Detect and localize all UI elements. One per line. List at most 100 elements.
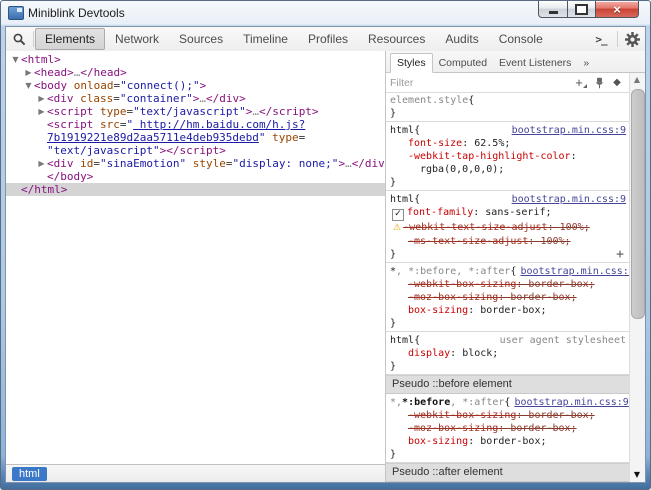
toolbar-tab-elements[interactable]: Elements: [35, 28, 105, 50]
dom-node-line[interactable]: ▶<div id="sinaEmotion" style="display: n…: [6, 157, 385, 170]
toolbar-tab-network[interactable]: Network: [105, 28, 169, 50]
expand-arrow-icon[interactable]: ▼: [23, 79, 34, 92]
breadcrumb-item-html[interactable]: html: [12, 467, 47, 481]
rule-selector[interactable]: html: [390, 334, 414, 347]
css-property-row[interactable]: -moz-box-sizing: border-box;: [390, 291, 626, 304]
rule-selector[interactable]: element.style: [390, 94, 468, 107]
css-property-name: box-sizing: [408, 305, 468, 316]
sidebar-tab-event-listeners[interactable]: Event Listeners: [493, 54, 577, 72]
scroll-up-icon[interactable]: ▲: [630, 73, 644, 86]
expand-arrow-icon[interactable]: ▶: [36, 92, 47, 105]
add-property-button[interactable]: +: [616, 250, 626, 260]
rule-selector[interactable]: html: [390, 124, 414, 137]
css-property-row[interactable]: -moz-box-sizing: border-box;: [390, 422, 626, 435]
app-icon: [8, 6, 24, 20]
dom-node-line[interactable]: </body>: [6, 170, 385, 183]
css-value: rgba(0,0,0,0);: [420, 164, 504, 175]
css-property-row[interactable]: box-sizing: border-box;: [390, 435, 626, 448]
css-property-row[interactable]: box-sizing: border-box;: [390, 304, 626, 317]
sidebar-tab-styles[interactable]: Styles: [390, 53, 433, 73]
expand-arrow-icon[interactable]: ▼: [10, 53, 21, 66]
titlebar[interactable]: Miniblink Devtools ×: [1, 1, 650, 26]
stylesheet-link[interactable]: bootstrap.min.css:9: [508, 124, 626, 137]
dom-node-line[interactable]: 7b1919221e89d2aa5711e4deb935debd" type=: [6, 131, 385, 144]
minimize-button[interactable]: [538, 1, 567, 18]
toolbar-tab-timeline[interactable]: Timeline: [233, 28, 298, 50]
css-separator: :: [468, 305, 480, 316]
toolbar-tab-profiles[interactable]: Profiles: [298, 28, 358, 50]
css-property-row[interactable]: font-size: 62.5%;: [390, 137, 626, 150]
code-token: type: [272, 131, 299, 144]
search-icon: [12, 32, 26, 46]
expand-arrow-icon[interactable]: ▶: [36, 105, 47, 118]
rule-selector[interactable]: , *:before, *:after: [396, 265, 510, 278]
expand-arrow-icon[interactable]: ▶: [36, 157, 47, 170]
dom-node-line[interactable]: <script src=" http://hm.baidu.com/h.js?: [6, 118, 385, 131]
stylesheet-link[interactable]: bootstrap.min.css:9: [508, 193, 626, 206]
code-token: >: [200, 79, 207, 92]
dom-node-line[interactable]: "text/javascript"></script>: [6, 144, 385, 157]
dom-node-line[interactable]: ▶<script type="text/javascript">…</scrip…: [6, 105, 385, 118]
close-button[interactable]: ×: [595, 1, 639, 18]
maximize-icon: [575, 4, 588, 15]
pin-button[interactable]: [590, 75, 608, 91]
sidebar-tab-more[interactable]: »: [577, 54, 595, 72]
new-style-rule-button[interactable]: +: [572, 75, 590, 91]
rule-selector[interactable]: html: [390, 193, 414, 206]
rule-selector[interactable]: , *:after: [450, 396, 504, 409]
settings-button[interactable]: [619, 28, 645, 50]
open-brace: {: [414, 124, 420, 137]
css-property-row[interactable]: -webkit-box-sizing: border-box;: [390, 409, 626, 422]
resource-link[interactable]: 7b1919221e89d2aa5711e4deb935debd: [47, 131, 259, 144]
code-token: <script: [47, 118, 100, 131]
rule-selector[interactable]: *:before: [402, 396, 450, 409]
maximize-button[interactable]: [567, 1, 595, 18]
rule-selector-row: html {user agent stylesheet: [390, 334, 626, 347]
styles-filter-input[interactable]: Filter: [390, 77, 572, 89]
code-token: style: [193, 157, 226, 170]
rule-close-row: }: [390, 448, 626, 461]
expand-arrow-icon[interactable]: ▶: [23, 66, 34, 79]
styles-scrollbar[interactable]: ▲ ▼: [629, 73, 645, 482]
css-value: border-box;: [480, 436, 546, 447]
css-separator: :: [462, 138, 474, 149]
console-drawer-button[interactable]: >_: [586, 28, 616, 50]
dom-node-line[interactable]: ▼<body onload="connect();">: [6, 79, 385, 92]
style-rule-section: html {user agent stylesheetdisplay: bloc…: [386, 332, 630, 375]
rule-selector[interactable]: *,: [390, 396, 402, 409]
css-value: 62.5%;: [474, 138, 510, 149]
pseudo-element-header: Pseudo ::before element: [386, 375, 630, 394]
css-property-row[interactable]: -webkit-box-sizing: border-box;: [390, 278, 626, 291]
dom-node-line[interactable]: ▶<div class="container">…</div>: [6, 92, 385, 105]
css-property-row[interactable]: ✓font-family: sans-serif;: [390, 206, 626, 221]
css-property-row[interactable]: ⚠-webkit-text-size-adjust: 100%;: [390, 221, 626, 235]
inspect-search-button[interactable]: [6, 28, 32, 50]
styles-rule-list: element.style {} html { bootstrap.min.css:…: [386, 92, 630, 482]
scroll-down-icon[interactable]: ▼: [630, 468, 644, 481]
close-brace: }: [390, 448, 396, 461]
css-property-row[interactable]: display: block;: [390, 347, 626, 360]
css-property-row[interactable]: -ms-text-size-adjust: 100%;: [390, 235, 626, 248]
resource-link[interactable]: http://hm.baidu.com/h.js?: [133, 118, 305, 131]
toolbar-tab-audits[interactable]: Audits: [435, 28, 488, 50]
dom-node-line[interactable]: </html>: [6, 183, 385, 196]
open-brace: {: [414, 334, 420, 347]
stylesheet-link[interactable]: bootstrap.min.css:9: [510, 396, 628, 409]
rule-close-row: }: [390, 176, 626, 189]
toolbar-tab-resources[interactable]: Resources: [358, 28, 435, 50]
scrollbar-thumb[interactable]: [631, 89, 645, 319]
dom-node-line[interactable]: ▼<html>: [6, 53, 385, 66]
dom-node-line[interactable]: ▶<head>…</head>: [6, 66, 385, 79]
plus-icon: +: [575, 78, 583, 88]
code-token: =: [113, 92, 120, 105]
element-state-button[interactable]: ◆: [608, 75, 626, 91]
toolbar-tab-console[interactable]: Console: [489, 28, 553, 50]
property-value-wrap[interactable]: rgba(0,0,0,0);: [390, 163, 626, 176]
css-property-row[interactable]: -webkit-tap-highlight-color:: [390, 150, 626, 163]
sidebar-tab-computed[interactable]: Computed: [433, 54, 493, 72]
toolbar-tab-sources[interactable]: Sources: [169, 28, 233, 50]
stylesheet-link[interactable]: bootstrap.min.css:9: [516, 265, 630, 278]
property-checkbox[interactable]: ✓: [392, 209, 404, 221]
code-token: </div>: [352, 157, 385, 170]
close-brace: }: [390, 176, 396, 189]
